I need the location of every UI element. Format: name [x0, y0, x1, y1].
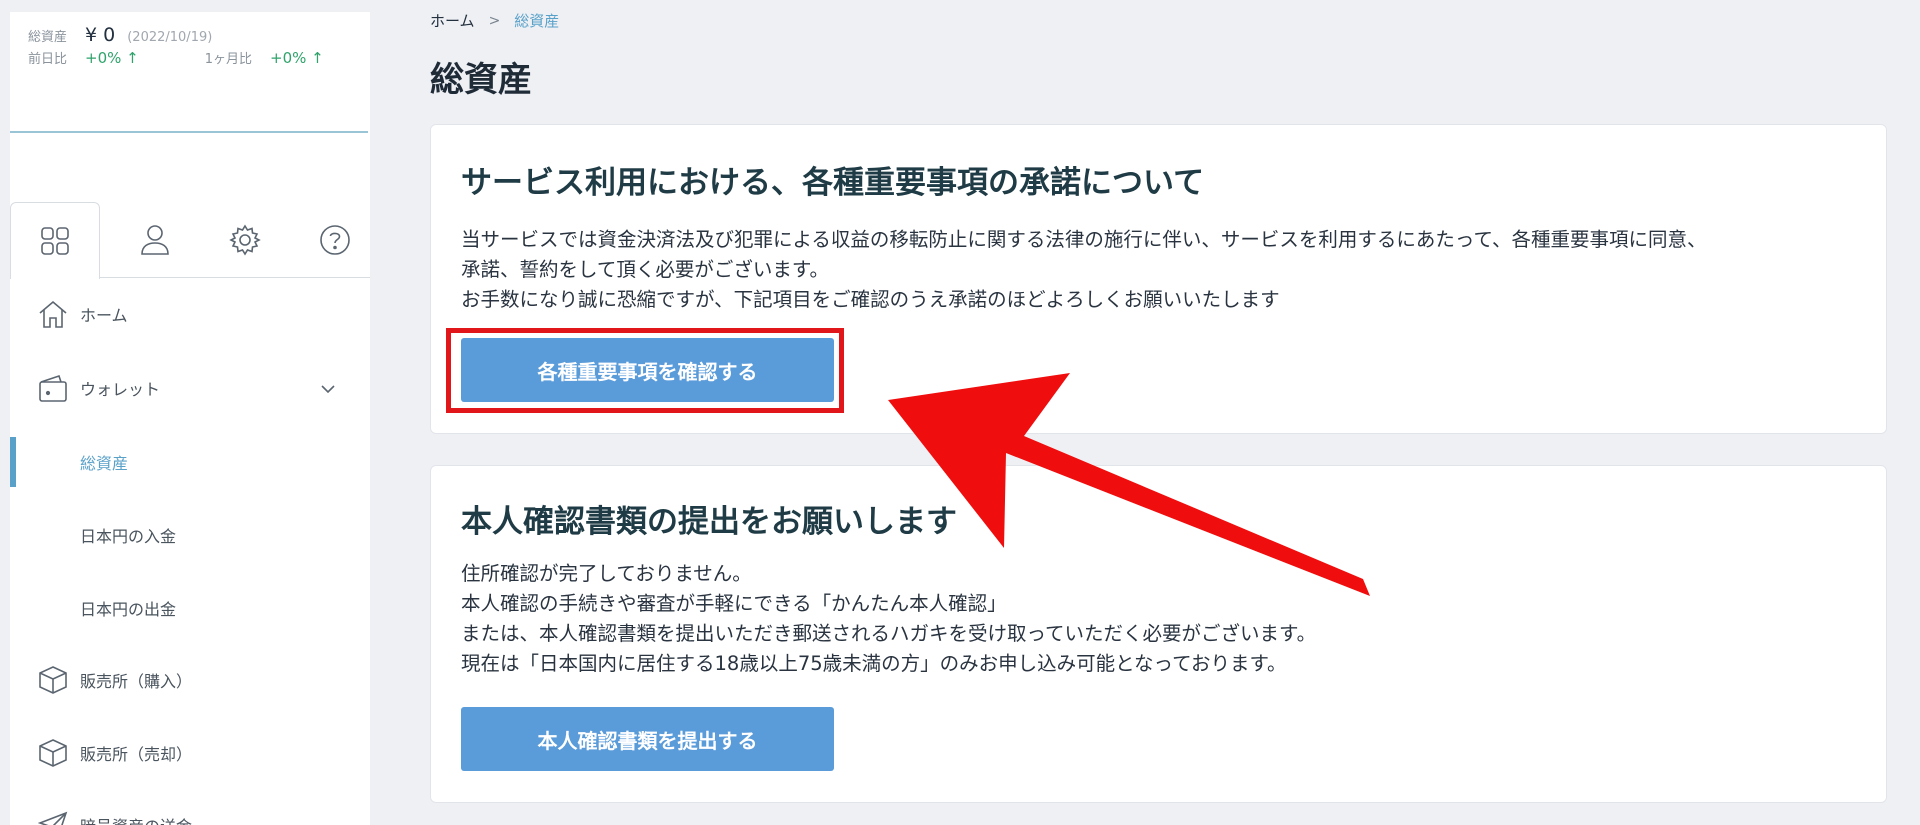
total-asset-label: 総資産 — [28, 30, 68, 45]
identity-line: または、本人確認書類を提出いただき郵送されるハガキを受け取っていただく必要がござ… — [461, 622, 1317, 645]
sidebar-item-jpy-withdraw[interactable]: 日本円の出金 — [10, 583, 370, 633]
identity-line: 本人確認の手続きや審査が手軽にできる「かんたん本人確認」 — [461, 592, 1007, 615]
identity-heading: 本人確認書類の提出をお願いします — [461, 504, 957, 540]
sidebar-item-total-assets[interactable]: 総資産 — [10, 437, 370, 487]
terms-line: 承諾、誓約をして頂く必要がございます。 — [461, 258, 829, 281]
page-title: 総資産 — [430, 60, 532, 100]
month-change-value: +0% ↑ — [270, 49, 324, 67]
tab-help[interactable] — [290, 202, 370, 278]
sidebar: 総資産 ¥ 0 (2022/10/19) 前日比 +0% ↑ 1ヶ月比 +0% … — [10, 12, 370, 825]
wallet-icon — [36, 371, 70, 405]
box-icon — [36, 663, 70, 697]
breadcrumb: ホーム > 総資産 — [430, 10, 559, 31]
tab-settings[interactable] — [200, 202, 290, 278]
day-change-label: 前日比 — [28, 52, 68, 67]
day-change-value: +0% ↑ — [85, 49, 139, 67]
terms-description: 当サービスでは資金決済法及び犯罪による収益の移転防止に関する法律の施行に伴い、サ… — [461, 225, 1866, 315]
total-asset-amount: ¥ 0 — [85, 24, 116, 46]
asset-date: (2022/10/19) — [127, 30, 213, 45]
user-icon — [141, 225, 169, 255]
active-marker — [10, 437, 16, 487]
identity-line: 住所確認が完了しておりません。 — [461, 562, 752, 585]
sidebar-item-jpy-deposit[interactable]: 日本円の入金 — [10, 510, 370, 560]
submit-identity-button[interactable]: 本人確認書類を提出する — [461, 707, 834, 771]
terms-line: お手数になり誠に恐縮ですが、下記項目をご確認のうえ承諾のほどよろしくお願いいたし… — [461, 288, 1280, 311]
terms-heading: サービス利用における、各種重要事項の承諾について — [461, 165, 1205, 201]
grid-icon — [41, 227, 69, 255]
send-icon — [36, 808, 70, 825]
identity-card: 本人確認書類の提出をお願いします 住所確認が完了しておりません。 本人確認の手続… — [430, 465, 1887, 803]
identity-description: 住所確認が完了しておりません。 本人確認の手続きや審査が手軽にできる「かんたん本… — [461, 559, 1866, 679]
tab-dashboard[interactable] — [10, 202, 100, 279]
sidebar-item-send-crypto[interactable]: 暗号資産の送金 — [10, 800, 370, 825]
month-change-label: 1ヶ月比 — [204, 52, 252, 67]
tab-account[interactable] — [110, 202, 200, 278]
sidebar-icon-tabs — [10, 202, 370, 279]
sidebar-item-buy[interactable]: 販売所（購入） — [10, 655, 370, 705]
sidebar-item-sell[interactable]: 販売所（売却） — [10, 728, 370, 778]
breadcrumb-home[interactable]: ホーム — [430, 10, 475, 31]
summary-divider — [10, 131, 368, 133]
sidebar-item-wallet[interactable]: ウォレット — [10, 363, 370, 413]
gear-icon — [229, 224, 261, 256]
breadcrumb-separator: > — [488, 12, 501, 29]
home-icon — [36, 297, 70, 331]
breadcrumb-current: 総資産 — [514, 12, 560, 30]
asset-summary: 総資産 ¥ 0 (2022/10/19) 前日比 +0% ↑ 1ヶ月比 +0% … — [28, 24, 358, 72]
help-icon — [320, 225, 350, 255]
box-icon — [36, 736, 70, 770]
chevron-down-icon[interactable] — [320, 379, 336, 398]
sidebar-item-home[interactable]: ホーム — [10, 289, 370, 339]
annotation-highlight-box — [446, 328, 844, 413]
terms-line: 当サービスでは資金決済法及び犯罪による収益の移転防止に関する法律の施行に伴い、サ… — [461, 228, 1707, 251]
identity-line: 現在は「日本国内に居住する18歳以上75歳未満の方」のみお申し込み可能となってお… — [461, 652, 1287, 675]
